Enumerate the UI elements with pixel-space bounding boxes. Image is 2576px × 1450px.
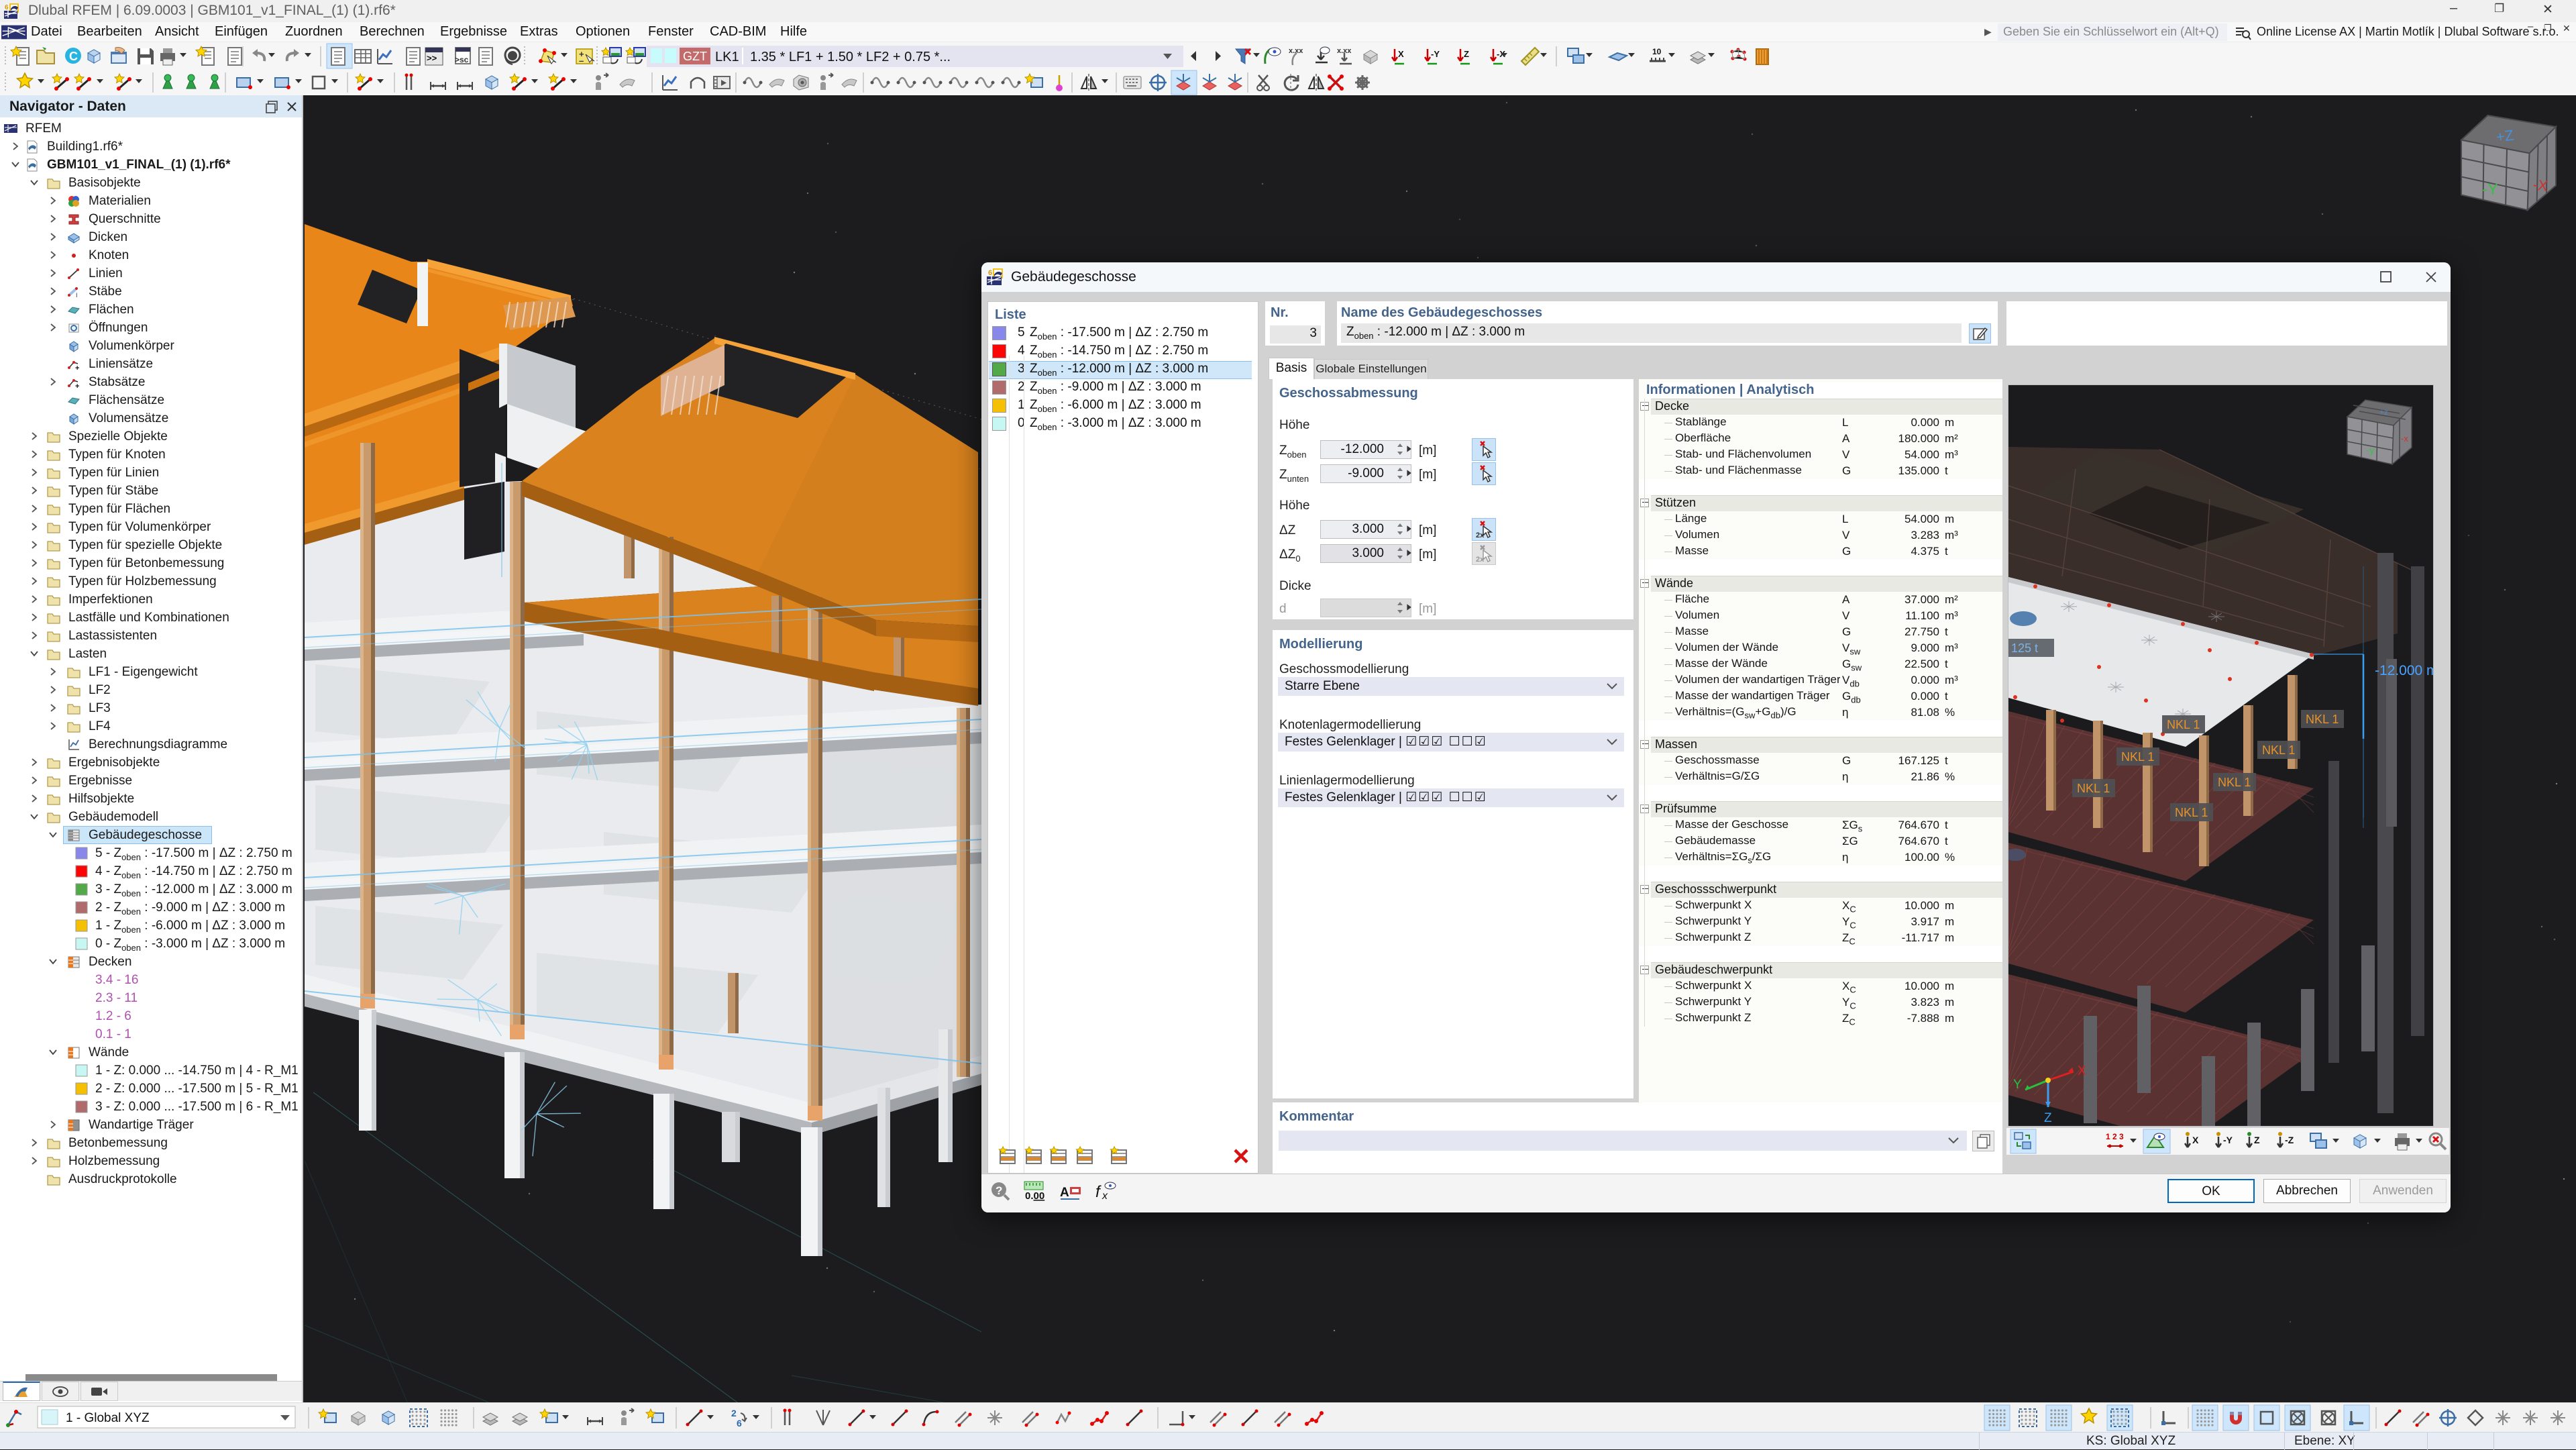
svg-text:125 t: 125 t xyxy=(2011,641,2038,655)
svg-text:1 - Global XYZ: 1 - Global XYZ xyxy=(66,1411,150,1425)
svg-text:1 2 3: 1 2 3 xyxy=(2106,1132,2124,1141)
svg-text:f: f xyxy=(1095,1183,1102,1201)
svg-text:Y: Y xyxy=(2013,1078,2022,1092)
svg-text:X: X xyxy=(2078,1064,2086,1078)
svg-text:-Y: -Y xyxy=(1431,49,1440,59)
svg-text:NKL 1: NKL 1 xyxy=(2262,743,2295,757)
svg-text:>>: >> xyxy=(427,53,437,63)
svg-text:+: + xyxy=(75,364,79,371)
svg-text:+z: +z xyxy=(2379,407,2388,417)
svg-text:Z: Z xyxy=(2254,1135,2260,1145)
svg-text:2x: 2x xyxy=(1476,531,1485,539)
svg-text:1.35 * LF1 + 1.50 * LF2 + 0.75: 1.35 * LF1 + 1.50 * LF2 + 0.75 *... xyxy=(750,50,951,64)
svg-text:?: ? xyxy=(996,1184,1002,1197)
svg-text:6: 6 xyxy=(737,1418,742,1429)
svg-text:-Y: -Y xyxy=(2223,1135,2233,1145)
svg-text:-x: -x xyxy=(2401,433,2408,444)
svg-text:NKL 1: NKL 1 xyxy=(2167,718,2200,731)
svg-text:+: + xyxy=(75,382,79,389)
svg-text:X: X xyxy=(1398,49,1404,59)
svg-text:0.00: 0.00 xyxy=(1025,1190,1044,1202)
svg-text:2: 2 xyxy=(731,1408,737,1418)
svg-text:+Z: +Z xyxy=(2495,127,2515,146)
svg-text:-Z: -Z xyxy=(2285,1135,2294,1145)
svg-text:NKL 1: NKL 1 xyxy=(2218,776,2251,789)
svg-text:NKL 1: NKL 1 xyxy=(2306,713,2339,726)
svg-text:I: I xyxy=(76,292,78,299)
svg-text:-y: -y xyxy=(2366,445,2375,456)
svg-text:>sc: >sc xyxy=(455,55,469,64)
svg-text:–: – xyxy=(579,56,584,66)
svg-text:Z: Z xyxy=(2044,1111,2052,1125)
svg-text:x: x xyxy=(1102,1190,1108,1202)
svg-text:GZT: GZT xyxy=(683,50,707,63)
svg-text:10: 10 xyxy=(1652,47,1662,56)
svg-text:NKL 1: NKL 1 xyxy=(2175,806,2208,819)
svg-text:6: 6 xyxy=(988,269,992,277)
svg-text:X: X xyxy=(2192,1135,2199,1145)
svg-text:NKL 1: NKL 1 xyxy=(2077,782,2110,795)
svg-text:6: 6 xyxy=(5,4,9,11)
svg-text:2x: 2x xyxy=(1476,556,1485,564)
svg-text:Z: Z xyxy=(1464,49,1469,59)
svg-text:NKL 1: NKL 1 xyxy=(2121,750,2154,764)
svg-text:LK1: LK1 xyxy=(715,50,739,64)
svg-text:-Y: -Y xyxy=(2482,180,2498,199)
svg-text:-X: -X xyxy=(2532,176,2549,195)
svg-text:-12.000 m: -12.000 m xyxy=(2375,663,2433,678)
svg-text:A: A xyxy=(1060,1186,1069,1200)
svg-text:C: C xyxy=(69,50,78,63)
